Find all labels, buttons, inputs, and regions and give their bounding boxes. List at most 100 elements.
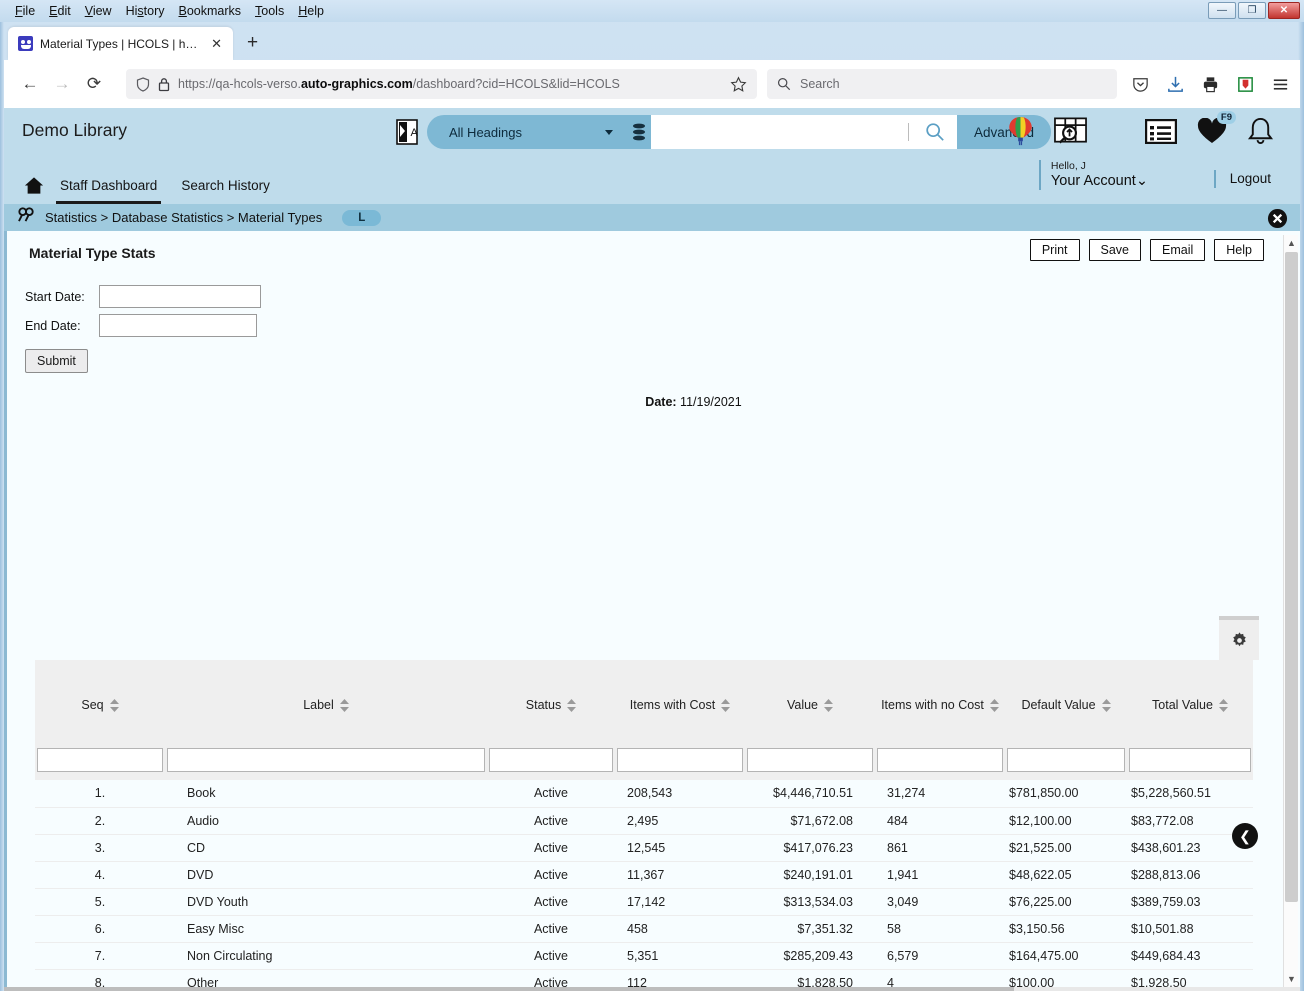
- print-button[interactable]: Print: [1029, 239, 1080, 261]
- account-menu[interactable]: Your Account⌄: [1051, 173, 1148, 190]
- scroll-up-icon[interactable]: ▲: [1284, 235, 1299, 251]
- reload-icon[interactable]: ⟳: [78, 69, 110, 99]
- download-icon[interactable]: [1166, 75, 1185, 94]
- cell-items-no-cost: 4: [875, 969, 1005, 987]
- help-button[interactable]: Help: [1214, 239, 1264, 261]
- table-row[interactable]: 6. Easy Misc Active 458 $7,351.32 58 $3,150.56…: [35, 915, 1253, 943]
- cell-value: $71,672.08: [745, 807, 875, 835]
- save-button[interactable]: Save: [1088, 239, 1142, 261]
- filter-input-items-no-cost[interactable]: [877, 748, 1003, 772]
- breadcrumb-pill[interactable]: L: [342, 209, 382, 226]
- vertical-scroll-thumb[interactable]: [1285, 252, 1298, 902]
- cell-items-with-cost: 12,545: [615, 834, 745, 862]
- bookmark-star-icon[interactable]: [730, 75, 747, 93]
- nav-search-history[interactable]: Search History: [177, 173, 274, 198]
- close-icon[interactable]: ✕: [208, 37, 225, 50]
- filter-input-default-value[interactable]: [1007, 748, 1125, 772]
- catalog-search-input[interactable]: [651, 115, 913, 149]
- filter-input-value[interactable]: [747, 748, 873, 772]
- horizontal-scrollbar[interactable]: [4, 987, 1300, 991]
- menu-file[interactable]: File: [8, 2, 42, 20]
- catalog-search-button[interactable]: [913, 115, 957, 149]
- favorites-icon[interactable]: F9: [1197, 110, 1236, 150]
- database-icon[interactable]: [627, 115, 651, 149]
- menu-help[interactable]: Help: [291, 2, 331, 20]
- account-block[interactable]: Hello, J Your Account⌄: [1038, 160, 1148, 190]
- table-row[interactable]: 5. DVD Youth Active 17,142 $313,534.03 3,049 $…: [35, 888, 1253, 916]
- url-bar[interactable]: https://qa-hcols-verso.auto-graphics.com…: [126, 69, 757, 99]
- table-row[interactable]: 8. Other Active 112 $1,828.50 4 $100.00 $1,928.…: [35, 969, 1253, 987]
- start-date-input[interactable]: [99, 285, 261, 308]
- cell-seq: 6.: [35, 915, 165, 943]
- collapse-panel-icon[interactable]: ❮: [1232, 823, 1258, 849]
- submit-button[interactable]: Submit: [25, 349, 88, 373]
- logout-link[interactable]: Logout: [1230, 171, 1271, 186]
- browser-search-bar[interactable]: Search: [767, 69, 1117, 99]
- cell-items-no-cost: 6,579: [875, 942, 1005, 970]
- vertical-scrollbar[interactable]: ▲ ▼: [1283, 235, 1298, 987]
- filter-input-items-with-cost[interactable]: [617, 748, 743, 772]
- col-header-default-value[interactable]: Default Value: [1005, 660, 1127, 720]
- new-tab-button[interactable]: +: [247, 32, 258, 54]
- catalog-search-group: A All Headings Advanced: [396, 115, 1052, 149]
- close-window-button[interactable]: ✕: [1268, 2, 1300, 19]
- table-row[interactable]: 7. Non Circulating Active 5,351 $285,209.43 6…: [35, 942, 1253, 970]
- minimize-button[interactable]: —: [1208, 2, 1236, 19]
- hamburger-menu-icon[interactable]: [1271, 75, 1290, 94]
- print-icon[interactable]: [1201, 75, 1220, 94]
- col-header-seq[interactable]: Seq: [35, 660, 165, 720]
- cell-items-no-cost: 58: [875, 915, 1005, 943]
- notifications-bell-icon[interactable]: [1247, 117, 1274, 151]
- start-date-label: Start Date:: [25, 289, 85, 304]
- toolbar-icons: [1131, 75, 1290, 94]
- menu-history[interactable]: History: [119, 2, 172, 20]
- filter-cell-status: [487, 720, 615, 780]
- col-header-items-with-cost[interactable]: Items with Cost: [615, 660, 745, 720]
- headings-select[interactable]: All Headings: [427, 115, 627, 149]
- scroll-down-icon[interactable]: ▼: [1284, 971, 1299, 987]
- breadcrumb[interactable]: Statistics > Database Statistics > Mater…: [45, 210, 322, 225]
- logout-block[interactable]: Logout: [1213, 170, 1271, 188]
- filter-input-label[interactable]: [167, 748, 485, 772]
- browser-tab[interactable]: Material Types | HCOLS | hcols ✕: [8, 27, 233, 60]
- my-lists-icon[interactable]: [1144, 118, 1178, 149]
- filter-input-status[interactable]: [489, 748, 613, 772]
- col-label-seq: Seq: [81, 698, 104, 712]
- table-row[interactable]: 3. CD Active 12,545 $417,076.23 861 $21,525.00…: [35, 834, 1253, 862]
- table-row[interactable]: 2. Audio Active 2,495 $71,672.08 484 $12,100.0…: [35, 807, 1253, 835]
- cell-value: $417,076.23: [745, 834, 875, 862]
- table-settings-button[interactable]: [1219, 616, 1259, 660]
- cell-seq: 5.: [35, 888, 165, 916]
- material-types-table-wrapper: Seq Label Status Items with Cost Value I…: [35, 660, 1253, 987]
- col-header-total-value[interactable]: Total Value: [1127, 660, 1253, 720]
- table-row[interactable]: 4. DVD Active 11,367 $240,191.01 1,941 $48,622…: [35, 861, 1253, 889]
- hot-air-balloon-icon[interactable]: [1007, 116, 1034, 151]
- adblock-icon[interactable]: [1236, 75, 1255, 94]
- home-icon[interactable]: [24, 176, 44, 195]
- table-row[interactable]: 1. Book Active 208,543 $4,446,710.51 31,274 $7…: [35, 780, 1253, 808]
- horizontal-scroll-thumb[interactable]: [4, 987, 1014, 991]
- pocket-icon[interactable]: [1131, 75, 1150, 94]
- col-header-items-no-cost[interactable]: Items with no Cost: [875, 660, 1005, 720]
- end-date-input[interactable]: [99, 314, 257, 337]
- lock-icon: [158, 77, 170, 91]
- col-header-value[interactable]: Value: [745, 660, 875, 720]
- col-header-status[interactable]: Status: [487, 660, 615, 720]
- menu-tools[interactable]: Tools: [248, 2, 291, 20]
- chevron-down-icon: [605, 129, 613, 135]
- col-header-label[interactable]: Label: [165, 660, 487, 720]
- back-icon[interactable]: ←: [14, 69, 46, 99]
- nav-staff-dashboard[interactable]: Staff Dashboard: [56, 173, 162, 204]
- language-toggle-icon[interactable]: A: [396, 119, 418, 145]
- filter-input-seq[interactable]: [37, 748, 163, 772]
- email-button[interactable]: Email: [1150, 239, 1206, 261]
- menu-edit[interactable]: Edit: [42, 2, 78, 20]
- maximize-button[interactable]: ❐: [1238, 2, 1266, 19]
- forward-icon[interactable]: →: [46, 69, 78, 99]
- menu-view[interactable]: View: [78, 2, 119, 20]
- menu-bookmarks[interactable]: Bookmarks: [172, 2, 249, 20]
- table-header-row: Seq Label Status Items with Cost Value I…: [35, 660, 1253, 720]
- browser-search-placeholder: Search: [800, 77, 840, 91]
- catalog-search-magnify-icon[interactable]: [1054, 117, 1087, 150]
- filter-input-total-value[interactable]: [1129, 748, 1251, 772]
